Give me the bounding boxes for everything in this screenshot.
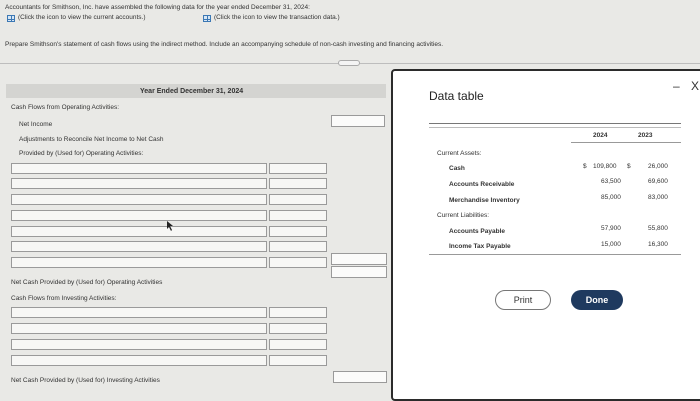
table-bottom-rule (429, 254, 681, 255)
adjustment-account-select[interactable] (11, 210, 267, 221)
expand-handle[interactable] (338, 60, 360, 66)
table-icon[interactable] (7, 15, 15, 22)
row-ar-2024: 63,500 (601, 178, 621, 185)
row-itp-2024: 15,000 (601, 241, 621, 248)
minimize-icon[interactable]: – (673, 79, 680, 93)
operating-total-input[interactable] (331, 253, 387, 265)
row-inventory-2023: 83,000 (648, 194, 668, 201)
table-top-rule (429, 123, 681, 124)
worksheet: Year Ended December 31, 2024 Cash Flows … (0, 70, 392, 398)
row-ap-2023: 55,800 (648, 225, 668, 232)
transactions-link[interactable]: (Click the icon to view the transaction … (214, 14, 340, 22)
row-ap-label: Accounts Payable (449, 228, 505, 235)
operating-total-input[interactable] (331, 266, 387, 278)
investing-account-select[interactable] (11, 323, 267, 334)
adjustment-account-select[interactable] (11, 241, 267, 252)
instructions-line: Accountants for Smithson, Inc. have asse… (5, 4, 310, 11)
adjustment-amount-input[interactable] (269, 178, 327, 189)
row-ap-2024: 57,900 (601, 225, 621, 232)
row-cash-2023: 26,000 (648, 163, 668, 170)
investing-amount-input[interactable] (269, 355, 327, 366)
net-investing-input[interactable] (333, 371, 387, 383)
adjustments-label: Adjustments to Reconcile Net Income to N… (19, 136, 164, 143)
row-ar-label: Accounts Receivable (449, 181, 515, 188)
row-cash-label: Cash (449, 165, 465, 172)
col-2024-header: 2024 (593, 132, 608, 139)
col-2023-header: 2023 (638, 132, 653, 139)
row-ar-2023: 69,600 (648, 178, 668, 185)
data-table-modal: Data table – X 2024 2023 Current Assets:… (391, 69, 700, 401)
investing-amount-input[interactable] (269, 339, 327, 350)
investing-account-select[interactable] (11, 307, 267, 318)
net-operating-label: Net Cash Provided by (Used for) Operatin… (11, 279, 163, 286)
current-assets-label: Current Assets: (437, 150, 482, 157)
adjustment-amount-input[interactable] (269, 226, 327, 237)
investing-amount-input[interactable] (269, 307, 327, 318)
adjustment-amount-input[interactable] (269, 210, 327, 221)
period-header: Year Ended December 31, 2024 (140, 88, 244, 95)
investing-account-select[interactable] (11, 355, 267, 366)
provided-by-label: Provided by (Used for) Operating Activit… (19, 150, 144, 157)
modal-title: Data table (429, 89, 484, 103)
adjustment-amount-input[interactable] (269, 257, 327, 268)
row-inventory-label: Merchandise Inventory (449, 197, 520, 204)
adjustment-amount-input[interactable] (269, 163, 327, 174)
adjustment-account-select[interactable] (11, 178, 267, 189)
print-button[interactable]: Print (495, 290, 551, 310)
investing-title: Cash Flows from Investing Activities: (11, 295, 117, 302)
table-icon[interactable] (203, 15, 211, 22)
investing-account-select[interactable] (11, 339, 267, 350)
investing-amount-input[interactable] (269, 323, 327, 334)
row-itp-2023: 16,300 (648, 241, 668, 248)
operating-title: Cash Flows from Operating Activities: (11, 104, 120, 111)
adjustment-account-select[interactable] (11, 226, 267, 237)
done-button[interactable]: Done (571, 290, 623, 310)
close-icon[interactable]: X (691, 79, 699, 93)
adjustment-account-select[interactable] (11, 257, 267, 268)
adjustment-account-select[interactable] (11, 163, 267, 174)
adjustment-amount-input[interactable] (269, 194, 327, 205)
header-rule (571, 142, 681, 143)
adjustment-account-select[interactable] (11, 194, 267, 205)
task-prompt: Prepare Smithson's statement of cash flo… (5, 41, 444, 48)
net-income-label: Net Income (19, 121, 53, 128)
current-liabilities-label: Current Liabilities: (437, 212, 490, 219)
currency-symbol: $ (627, 163, 631, 170)
row-inventory-2024: 85,000 (601, 194, 621, 201)
cursor-icon (167, 221, 173, 231)
net-income-input[interactable] (331, 115, 385, 127)
accounts-link[interactable]: (Click the icon to view the current acco… (18, 14, 146, 22)
net-investing-label: Net Cash Provided by (Used for) Investin… (11, 377, 160, 384)
row-itp-label: Income Tax Payable (449, 243, 511, 250)
adjustment-amount-input[interactable] (269, 241, 327, 252)
row-cash-2024: 109,800 (593, 163, 617, 170)
table-top-rule (429, 127, 681, 128)
currency-symbol: $ (583, 163, 587, 170)
